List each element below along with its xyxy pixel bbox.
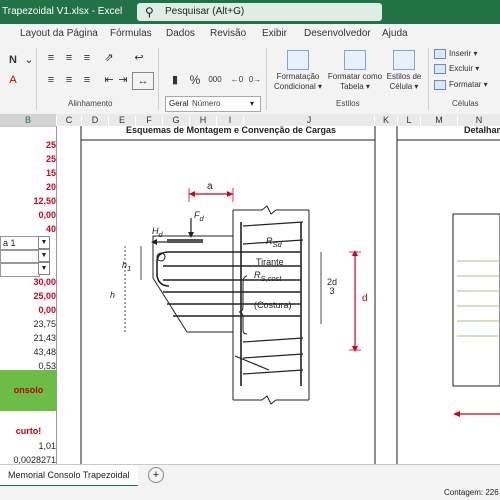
- format-as-table-button[interactable]: Formatar como Tabela ▾: [326, 50, 384, 92]
- label-three: 3: [329, 286, 335, 296]
- tab-ajuda[interactable]: Ajuda: [382, 28, 408, 39]
- ribbon: N A ⌄ ≡ ≡ ≡ ⇗ ↩ ≡ ≡ ≡ ⇤ ⇥ ↔ Alinhamento …: [0, 44, 500, 115]
- ribbon-tabs: Layout da Página Fórmulas Dados Revisão …: [0, 24, 500, 44]
- label-h1: h1: [122, 260, 131, 273]
- cell-styles-label: Estilos de Célula ▾: [386, 72, 422, 91]
- label-a: a: [207, 181, 213, 192]
- drawing-heading: Esquemas de Montagem e Convenção de Carg…: [126, 125, 337, 135]
- label-hd: Hd: [152, 226, 163, 239]
- montagem-drawing: [57, 126, 500, 464]
- cell-b-value[interactable]: 20: [0, 181, 56, 194]
- label-fd: Fd: [194, 210, 204, 223]
- group-label-alinhamento: Alinhamento: [68, 99, 113, 108]
- currency-icon[interactable]: ▮: [166, 72, 184, 88]
- delete-label: Excluir: [449, 64, 474, 74]
- tab-revisao[interactable]: Revisão: [210, 28, 246, 39]
- cell-b-value[interactable]: 25,00: [0, 290, 56, 303]
- cell-b-value[interactable]: 43,48: [0, 346, 56, 359]
- number-format-value: Geral: [169, 99, 189, 108]
- cell-b-value[interactable]: 25: [0, 139, 56, 152]
- group-label-estilos: Estilos: [336, 99, 360, 108]
- cell-b-value[interactable]: 25: [0, 153, 56, 166]
- conditional-formatting-button[interactable]: Formatação Condicional ▾: [272, 50, 324, 92]
- conditional-formatting-icon: [287, 50, 309, 70]
- delete-button[interactable]: Excluir ▾: [434, 64, 479, 74]
- label-two-d-three: 2d 3: [327, 278, 337, 296]
- cell-b-value[interactable]: 30,00: [0, 276, 56, 289]
- tab-layout-pagina[interactable]: Layout da Página: [20, 28, 98, 39]
- group-label-celulas: Células: [452, 99, 479, 108]
- wrap-text-icon[interactable]: ↩: [130, 50, 148, 66]
- status-count: Contagem: 226: [444, 488, 499, 497]
- align-bottom-icon[interactable]: ≡: [78, 50, 96, 66]
- align-right-icon[interactable]: ≡: [78, 72, 96, 88]
- format-label: Formatar: [449, 80, 482, 90]
- orientation-icon[interactable]: ⇗: [100, 50, 118, 66]
- status-bar: Contagem: 226: [0, 486, 500, 500]
- add-sheet-button[interactable]: +: [148, 467, 164, 483]
- label-h1-sub: 1: [127, 263, 132, 273]
- label-costura: (Costura): [254, 300, 292, 310]
- label-h: h: [110, 290, 116, 300]
- cell-b-value[interactable]: 23,75: [0, 318, 56, 331]
- label-rscost: RS,cost: [254, 270, 281, 283]
- search-box[interactable]: ⚲ Pesquisar (Alt+G): [137, 3, 382, 21]
- font-color-button[interactable]: A: [4, 72, 22, 88]
- cell-b-value[interactable]: 40: [0, 223, 56, 236]
- cell-b-value[interactable]: 15: [0, 167, 56, 180]
- window-title: Trapezoidal V1.xlsx - Excel: [2, 6, 123, 17]
- tab-exibir[interactable]: Exibir: [262, 28, 287, 39]
- tab-dados[interactable]: Dados: [166, 28, 195, 39]
- label-fd-sub: d: [199, 213, 204, 223]
- thousands-button[interactable]: 000: [206, 72, 224, 88]
- sheet-tabs-bar: Memorial Consolo Trapezoidal +: [0, 464, 500, 487]
- label-hd-sub: d: [158, 229, 163, 239]
- format-as-table-icon: [344, 50, 366, 70]
- search-icon: ⚲: [145, 5, 154, 19]
- indent-increase-icon[interactable]: ⇥: [114, 72, 132, 88]
- search-placeholder: Pesquisar (Alt+G): [165, 6, 245, 17]
- cell-b-value[interactable]: 21,43: [0, 332, 56, 345]
- increase-decimal-icon[interactable]: ←0: [228, 72, 246, 88]
- status-message-cell[interactable]: onsolo curto!: [0, 370, 57, 436]
- insert-label: Inserir: [449, 49, 472, 59]
- align-top-icon[interactable]: ≡: [42, 50, 60, 66]
- tab-formulas[interactable]: Fórmulas: [110, 28, 152, 39]
- cell-b-value[interactable]: 0,00: [0, 209, 56, 222]
- cell-b-value[interactable]: 12,50: [0, 195, 56, 208]
- label-d: d: [362, 293, 368, 304]
- tab-desenvolvedor[interactable]: Desenvolvedor: [304, 28, 371, 39]
- cell-styles-icon: [393, 50, 415, 70]
- chevron-down-icon[interactable]: ▼: [38, 262, 50, 275]
- percent-button[interactable]: %: [186, 72, 204, 88]
- label-rsd-sub: Sd: [272, 239, 282, 249]
- format-button[interactable]: Formatar ▾: [434, 80, 488, 90]
- conditional-formatting-label: Formatação Condicional ▾: [273, 72, 323, 91]
- label-tirante: Tirante: [256, 257, 284, 267]
- label-rsd: RSd: [266, 236, 282, 249]
- align-center-icon[interactable]: ≡: [60, 72, 78, 88]
- cell-b-value[interactable]: 0,00: [0, 304, 56, 317]
- drawing-heading-right: Detalham: [464, 125, 500, 135]
- column-header-b[interactable]: B: [0, 114, 56, 127]
- insert-icon: [434, 49, 446, 59]
- cell-styles-button[interactable]: Estilos de Célula ▾: [384, 50, 424, 92]
- format-icon: [434, 80, 446, 90]
- merge-center-icon[interactable]: ↔: [132, 72, 154, 90]
- align-middle-icon[interactable]: ≡: [60, 50, 78, 66]
- chevron-down-icon[interactable]: ▼: [38, 236, 50, 249]
- insert-button[interactable]: Inserir ▾: [434, 49, 477, 59]
- format-as-table-label: Formatar como Tabela ▾: [327, 72, 383, 91]
- decrease-decimal-icon[interactable]: 0→: [246, 72, 264, 88]
- cell-b-value[interactable]: 1,01: [0, 440, 56, 453]
- delete-icon: [434, 64, 446, 74]
- sheet-tab-active[interactable]: Memorial Consolo Trapezoidal: [0, 465, 138, 487]
- group-label-numero: Número: [192, 99, 221, 108]
- chevron-down-icon[interactable]: ▼: [38, 249, 50, 262]
- dropdown-cell-empty[interactable]: [0, 262, 40, 277]
- align-left-icon[interactable]: ≡: [42, 72, 60, 88]
- label-rscost-sub: S,cost: [260, 273, 282, 283]
- title-bar: Trapezoidal V1.xlsx - Excel ⚲ Pesquisar …: [0, 0, 500, 24]
